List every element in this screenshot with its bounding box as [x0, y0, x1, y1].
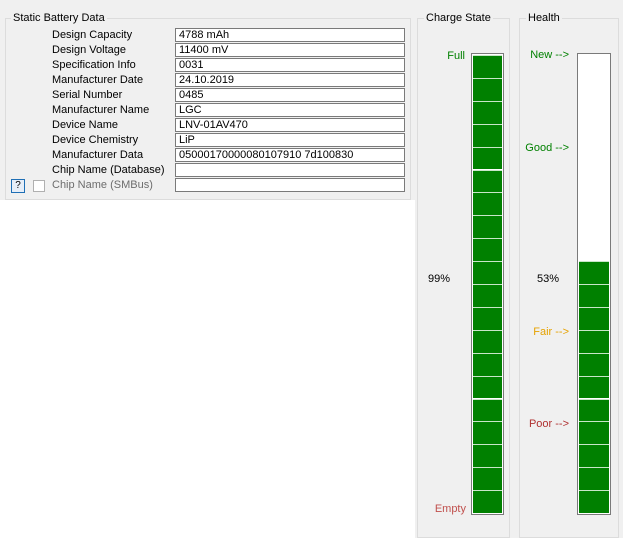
bar-segment [579, 261, 609, 284]
chip-name-smbus-checkbox[interactable] [33, 180, 45, 192]
bar-segment [473, 490, 502, 513]
health-bar [577, 53, 611, 515]
bar-segment [579, 490, 609, 513]
bar-segment [473, 467, 502, 491]
bar-segment [579, 306, 609, 330]
static-row-label: Manufacturer Date [52, 74, 144, 86]
static-row-value[interactable]: 0031 [175, 58, 405, 72]
static-row-label: Device Chemistry [52, 134, 139, 146]
static-row-value[interactable]: 05000170000080107910 7d100830 [175, 148, 405, 162]
bar-segment [473, 261, 502, 284]
bar-segment [473, 398, 502, 422]
bar-segment [473, 444, 502, 468]
bar-segment [473, 421, 502, 445]
static-row-value[interactable] [175, 163, 405, 177]
bar-segment [473, 146, 502, 170]
charge-empty-label: Empty [434, 503, 466, 515]
static-row-label: Device Name [52, 119, 119, 131]
bar-segment [579, 398, 609, 422]
bar-segment [473, 169, 502, 193]
static-row-label: Design Voltage [52, 44, 126, 56]
static-battery-data-title: Static Battery Data [11, 12, 107, 24]
static-row-value[interactable] [175, 178, 405, 192]
health-fair-label: Fair --> [533, 326, 569, 338]
health-title: Health [526, 12, 562, 24]
bar-segment [579, 352, 609, 376]
static-row-value[interactable]: 24.10.2019 [175, 73, 405, 87]
bar-segment [473, 100, 502, 124]
health-new-label: New --> [530, 49, 569, 61]
static-row-label: Manufacturer Data [52, 149, 144, 161]
static-row-value[interactable]: LGC [175, 103, 405, 117]
bar-segment [579, 375, 609, 399]
bar-segment [579, 329, 609, 353]
help-button[interactable]: ? [11, 179, 25, 193]
bar-segment [473, 77, 502, 101]
health-percent-label: 53% [537, 273, 560, 285]
empty-content-area [0, 200, 415, 538]
static-row-label: Manufacturer Name [52, 104, 150, 116]
charge-percent-label: 99% [428, 273, 451, 285]
charge-state-bar [471, 53, 504, 515]
bar-segment [473, 284, 502, 307]
charge-full-label: Full [447, 50, 465, 62]
bar-segment [579, 421, 609, 445]
bar-segment [579, 444, 609, 468]
static-row-value[interactable]: LiP [175, 133, 405, 147]
static-row-value[interactable]: LNV-01AV470 [175, 118, 405, 132]
static-row-label: Chip Name (SMBus) [52, 179, 153, 191]
static-row-label: Specification Info [52, 59, 136, 71]
bar-segment [473, 55, 502, 78]
static-row-label: Design Capacity [52, 29, 133, 41]
bar-segment [473, 192, 502, 216]
bar-segment [473, 375, 502, 399]
static-row-value[interactable]: 0485 [175, 88, 405, 102]
static-row-label: Chip Name (Database) [52, 164, 165, 176]
static-row-value[interactable]: 4788 mAh [175, 28, 405, 42]
bar-segment [473, 238, 502, 262]
bar-segment [579, 284, 609, 307]
static-row-value[interactable]: 11400 mV [175, 43, 405, 57]
bar-segment [473, 215, 502, 239]
bar-segment [579, 467, 609, 491]
health-poor-label: Poor --> [528, 418, 569, 430]
bar-segment [473, 306, 502, 330]
bar-segment [473, 352, 502, 376]
bar-segment [473, 329, 502, 353]
health-good-label: Good --> [525, 142, 569, 154]
static-row-label: Serial Number [52, 89, 123, 101]
charge-state-title: Charge State [424, 12, 493, 24]
bar-segment [473, 123, 502, 147]
